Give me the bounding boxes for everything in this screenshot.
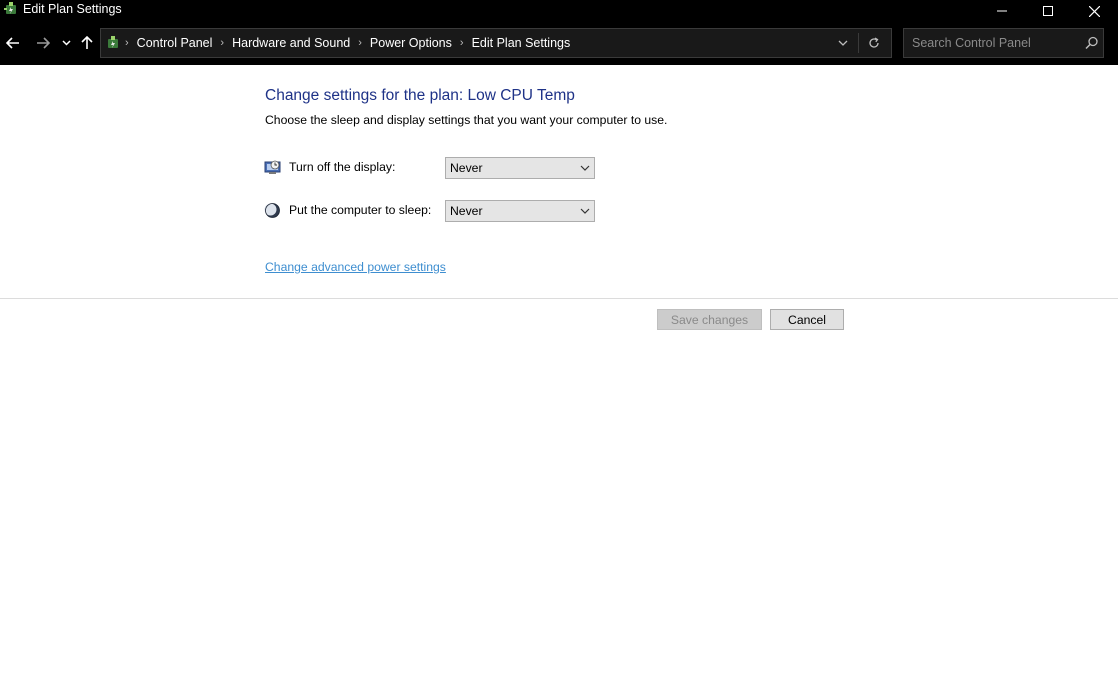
maximize-icon bbox=[1043, 6, 1053, 16]
chevron-down-icon bbox=[61, 40, 71, 46]
back-button[interactable] bbox=[2, 33, 24, 53]
minimize-button[interactable] bbox=[979, 0, 1025, 22]
close-button[interactable] bbox=[1071, 0, 1117, 22]
search-icon[interactable] bbox=[1084, 35, 1100, 51]
chevron-down-icon bbox=[580, 165, 590, 171]
arrow-right-icon bbox=[37, 37, 50, 49]
moon-sleep-icon bbox=[264, 202, 281, 219]
breadcrumb-control-panel[interactable]: Control Panel bbox=[137, 36, 213, 50]
refresh-button[interactable] bbox=[865, 35, 883, 51]
address-bar[interactable]: › Control Panel › Hardware and Sound › P… bbox=[100, 28, 892, 58]
address-dropdown-button[interactable] bbox=[835, 35, 851, 51]
title-bar: Edit Plan Settings bbox=[0, 0, 1118, 22]
page-title: Change settings for the plan: Low CPU Te… bbox=[265, 87, 575, 104]
search-input[interactable] bbox=[904, 29, 1074, 57]
sleep-timeout-value: Never bbox=[450, 204, 483, 218]
display-timeout-value: Never bbox=[450, 161, 483, 175]
display-timeout-select[interactable]: Never bbox=[445, 157, 595, 179]
recent-locations-button[interactable] bbox=[58, 33, 74, 53]
divider bbox=[0, 298, 1118, 299]
close-icon bbox=[1088, 5, 1100, 17]
refresh-icon bbox=[869, 37, 879, 48]
up-button[interactable] bbox=[77, 33, 97, 53]
save-changes-button[interactable]: Save changes bbox=[657, 309, 762, 330]
power-options-icon bbox=[105, 35, 121, 51]
breadcrumb-separator-icon[interactable]: › bbox=[220, 37, 224, 49]
window-title: Edit Plan Settings bbox=[23, 2, 122, 16]
power-options-icon bbox=[3, 1, 19, 17]
chevron-down-icon bbox=[838, 40, 848, 46]
advanced-power-settings-link[interactable]: Change advanced power settings bbox=[265, 259, 446, 275]
display-timer-icon bbox=[264, 159, 281, 176]
arrow-left-icon bbox=[6, 37, 19, 49]
arrow-up-icon bbox=[81, 36, 93, 49]
breadcrumb-hardware-and-sound[interactable]: Hardware and Sound bbox=[232, 36, 350, 50]
breadcrumb-separator-icon[interactable]: › bbox=[125, 37, 129, 49]
maximize-button[interactable] bbox=[1025, 0, 1071, 22]
sleep-timeout-select[interactable]: Never bbox=[445, 200, 595, 222]
chevron-down-icon bbox=[580, 208, 590, 214]
breadcrumb-power-options[interactable]: Power Options bbox=[370, 36, 452, 50]
minimize-icon bbox=[997, 10, 1007, 12]
breadcrumb-separator-icon[interactable]: › bbox=[460, 37, 464, 49]
address-divider bbox=[858, 33, 859, 53]
breadcrumb-separator-icon[interactable]: › bbox=[358, 37, 362, 49]
forward-button[interactable] bbox=[32, 33, 54, 53]
display-timeout-label: Turn off the display: bbox=[289, 160, 396, 174]
breadcrumb-edit-plan-settings[interactable]: Edit Plan Settings bbox=[472, 36, 571, 50]
sleep-timeout-label: Put the computer to sleep: bbox=[289, 203, 432, 217]
cancel-button[interactable]: Cancel bbox=[770, 309, 844, 330]
navigation-bar: › Control Panel › Hardware and Sound › P… bbox=[0, 22, 1118, 65]
breadcrumb: › Control Panel › Hardware and Sound › P… bbox=[125, 29, 570, 57]
search-box bbox=[903, 28, 1104, 58]
page-description: Choose the sleep and display settings th… bbox=[265, 113, 668, 127]
